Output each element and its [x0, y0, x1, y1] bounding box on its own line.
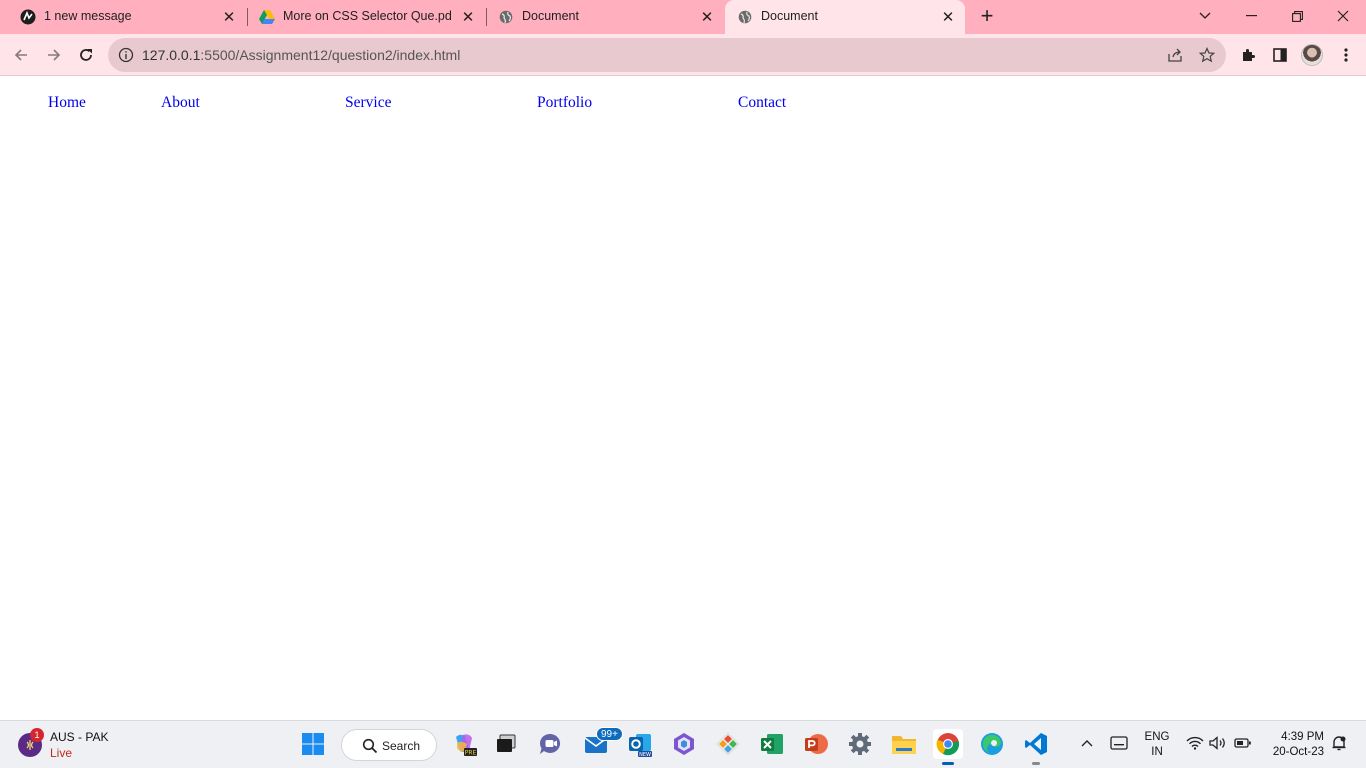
- settings-gear-icon[interactable]: [845, 729, 875, 759]
- reload-icon[interactable]: [74, 43, 98, 67]
- language-code: ENG: [1144, 731, 1170, 743]
- task-view-icon[interactable]: [491, 729, 521, 759]
- outlook-new-icon[interactable]: NEW: [625, 729, 655, 759]
- close-window-button[interactable]: [1329, 4, 1357, 28]
- system-clock[interactable]: 4:39 PM 20-Oct-23: [1262, 730, 1324, 760]
- notification-badge: 1: [30, 728, 44, 742]
- mail-icon[interactable]: 99+: [582, 727, 623, 759]
- chat-app-icon: [20, 9, 36, 25]
- powerpoint-icon[interactable]: [801, 729, 831, 759]
- active-app-indicator: [942, 762, 954, 765]
- svg-text:PRE: PRE: [465, 750, 477, 757]
- copilot-pre-icon[interactable]: PRE: [449, 729, 479, 759]
- mail-badge: 99+: [596, 727, 623, 741]
- search-icon: [362, 738, 378, 754]
- tab-4-active[interactable]: Document ✕: [725, 0, 965, 34]
- wifi-icon[interactable]: [1185, 733, 1205, 753]
- file-explorer-icon[interactable]: [889, 729, 919, 759]
- gitkraken-icon[interactable]: [713, 729, 743, 759]
- kebab-menu-icon[interactable]: [1336, 45, 1356, 65]
- close-icon[interactable]: ✕: [939, 8, 957, 26]
- tab-title: Document: [761, 9, 818, 23]
- volume-icon[interactable]: [1208, 733, 1228, 753]
- side-panel-icon[interactable]: [1270, 45, 1290, 65]
- page-viewport: Home About Service Portfolio Contact: [0, 77, 1366, 720]
- address-bar[interactable]: 127.0.0.1:5500/Assignment12/question2/in…: [108, 38, 1226, 72]
- tab-3[interactable]: Document ✕: [486, 0, 724, 34]
- bookmark-star-icon[interactable]: [1198, 46, 1216, 64]
- svg-text:NEW: NEW: [639, 752, 651, 757]
- notification-bell-icon[interactable]: [1329, 733, 1349, 753]
- url-host: 127.0.0.1: [142, 47, 201, 63]
- tab-title: 1 new message: [44, 9, 132, 23]
- forward-arrow-icon[interactable]: [42, 43, 66, 67]
- open-app-indicator: [1032, 762, 1040, 765]
- chevron-up-icon[interactable]: [1077, 733, 1097, 753]
- back-arrow-icon[interactable]: [9, 43, 33, 67]
- nav-link-home[interactable]: Home: [48, 94, 86, 112]
- widget-title: AUS - PAK: [50, 730, 109, 744]
- tab-1[interactable]: 1 new message ✕: [8, 0, 246, 34]
- taskbar-search[interactable]: Search: [341, 729, 437, 761]
- nav-link-service[interactable]: Service: [345, 94, 391, 112]
- close-icon[interactable]: ✕: [698, 8, 716, 26]
- close-icon[interactable]: ✕: [220, 8, 238, 26]
- app-hex-icon[interactable]: [669, 729, 699, 759]
- edge-icon[interactable]: [977, 729, 1007, 759]
- restore-button[interactable]: [1283, 4, 1311, 28]
- minimize-button[interactable]: [1237, 4, 1265, 28]
- share-icon[interactable]: [1166, 46, 1184, 64]
- tab-search-chevron-icon[interactable]: [1191, 4, 1219, 28]
- tab-title: More on CSS Selector Que.pdf -: [283, 9, 451, 23]
- vscode-icon[interactable]: [1021, 729, 1051, 765]
- search-label: Search: [382, 739, 421, 753]
- site-info-icon[interactable]: [118, 47, 134, 63]
- globe-icon: [498, 9, 514, 25]
- battery-icon[interactable]: [1233, 733, 1253, 753]
- new-tab-button[interactable]: +: [976, 5, 998, 28]
- google-drive-icon: [259, 9, 275, 25]
- tab-2[interactable]: More on CSS Selector Que.pdf - ✕: [247, 0, 485, 34]
- url-path: :5500/Assignment12/question2/index.html: [200, 47, 461, 63]
- nav-link-about[interactable]: About: [161, 94, 200, 112]
- language-region: IN: [1151, 746, 1163, 758]
- globe-icon: [737, 9, 753, 25]
- browser-toolbar: 127.0.0.1:5500/Assignment12/question2/in…: [0, 34, 1366, 76]
- windows-start-icon[interactable]: [298, 729, 328, 759]
- input-language-indicator[interactable]: ENG IN: [1144, 730, 1170, 760]
- nav-link-portfolio[interactable]: Portfolio: [537, 94, 592, 112]
- chrome-icon[interactable]: [933, 729, 963, 765]
- close-icon[interactable]: ✕: [459, 8, 477, 26]
- weather-widget[interactable]: 1 AUS - PAK Live: [16, 728, 166, 762]
- browser-tabstrip: 1 new message ✕ More on CSS Selector Que…: [0, 0, 1366, 34]
- widget-subtitle: Live: [50, 746, 73, 760]
- profile-avatar[interactable]: [1301, 44, 1323, 66]
- nav-link-contact[interactable]: Contact: [738, 94, 786, 112]
- url-text[interactable]: 127.0.0.1:5500/Assignment12/question2/in…: [142, 47, 460, 63]
- excel-icon[interactable]: [757, 729, 787, 759]
- tab-title: Document: [522, 9, 579, 23]
- windows-taskbar: 1 AUS - PAK Live Search PRE 99+ NEW ENG …: [0, 720, 1366, 768]
- teams-chat-icon[interactable]: [536, 729, 566, 759]
- clock-time: 4:39 PM: [1281, 731, 1324, 743]
- touch-keyboard-icon[interactable]: [1109, 733, 1129, 753]
- extensions-puzzle-icon[interactable]: [1238, 45, 1258, 65]
- clock-date: 20-Oct-23: [1272, 746, 1324, 758]
